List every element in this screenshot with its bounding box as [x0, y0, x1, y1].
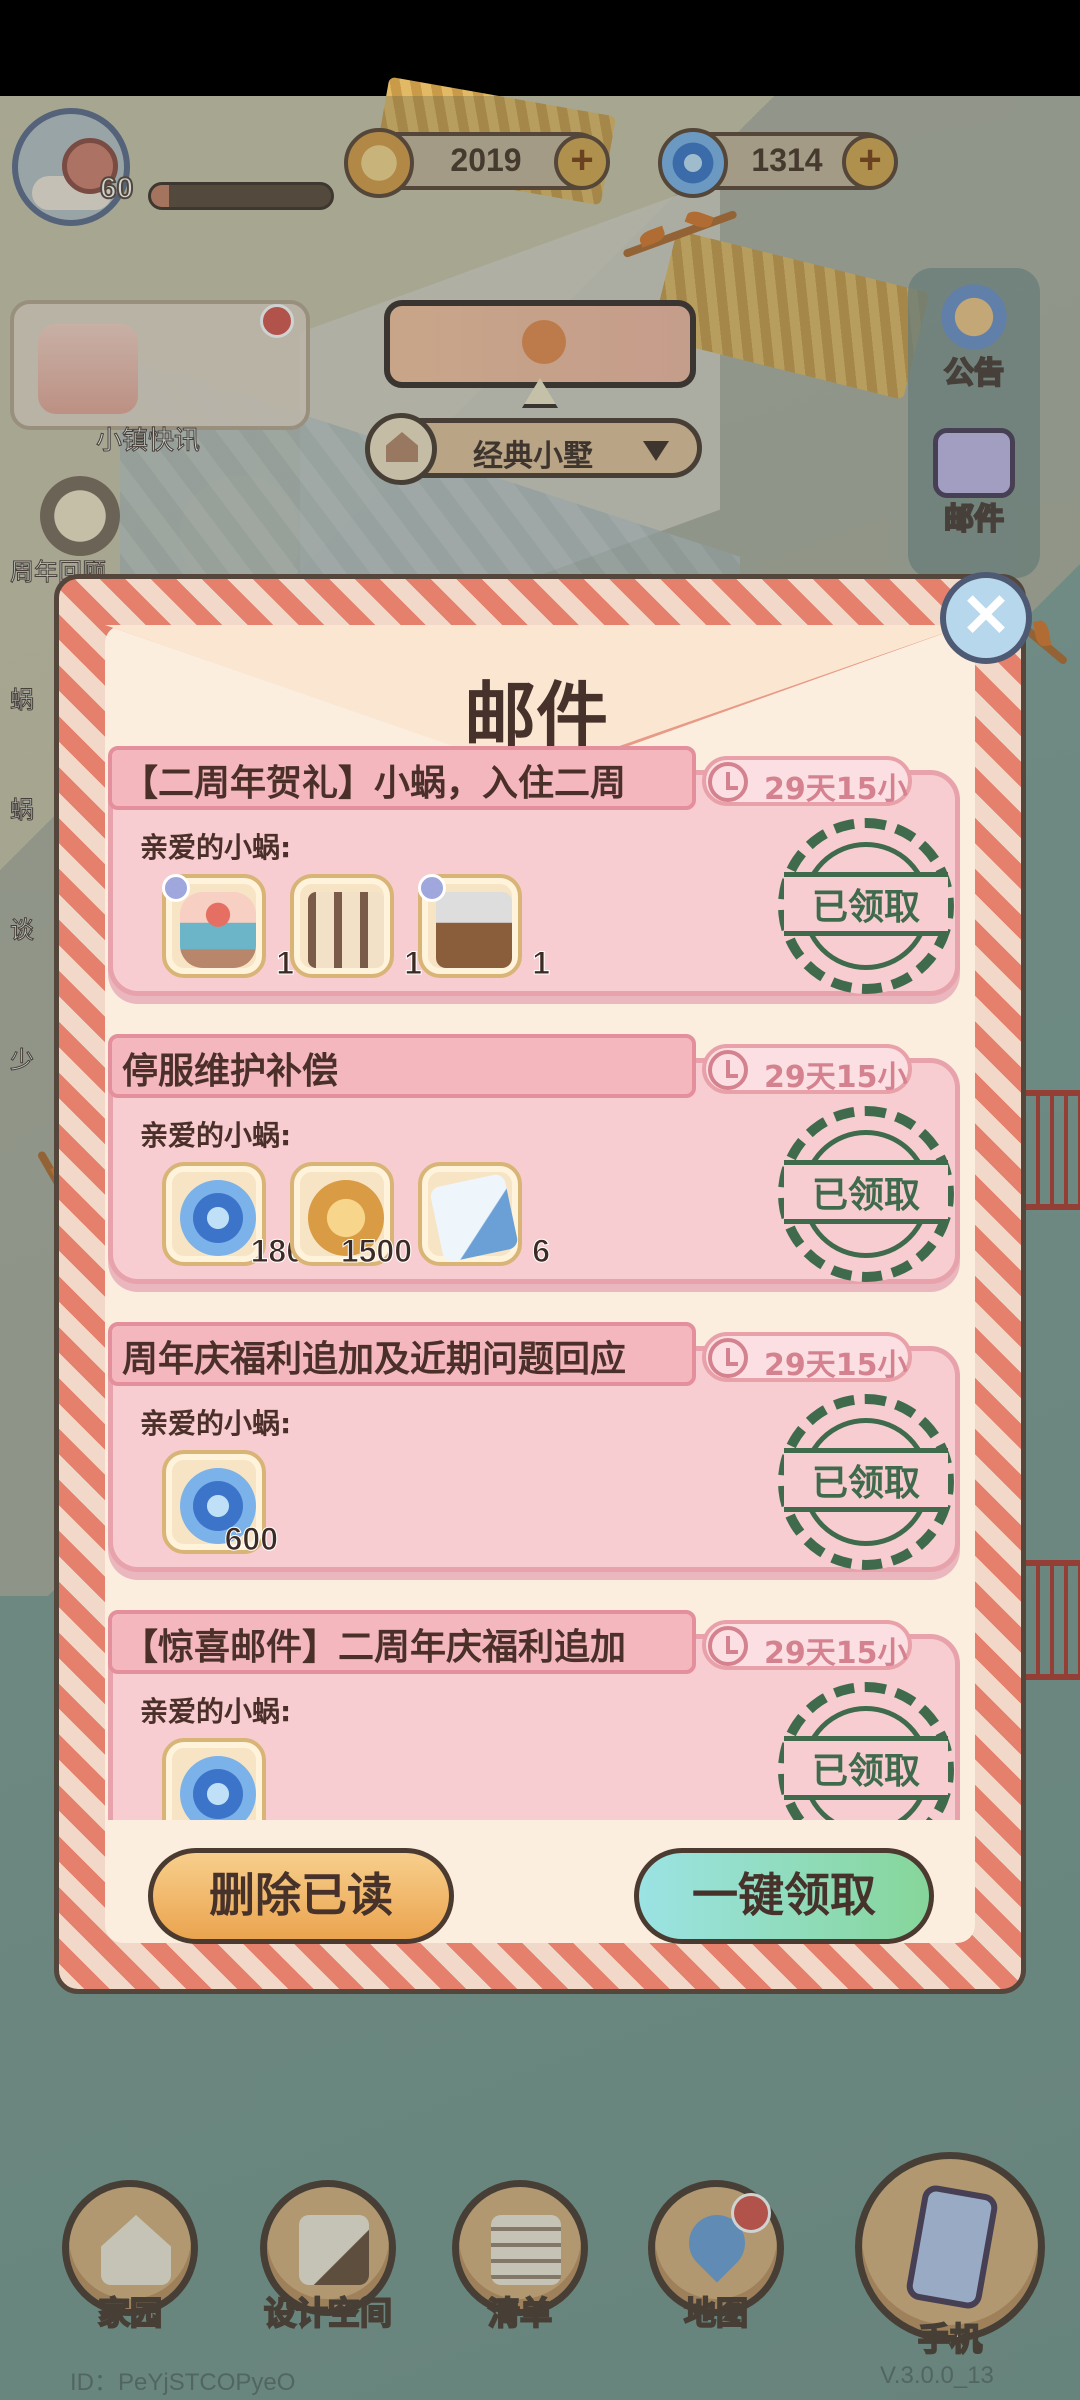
status-bar — [0, 0, 1080, 96]
mail-expiry-text: 29天15小 — [764, 772, 908, 807]
close-button[interactable]: ✕ — [940, 572, 1032, 664]
clock-icon — [708, 762, 748, 802]
photo-frames-icon — [308, 892, 384, 968]
mail-title-tab: 【惊喜邮件】二周年庆福利追加 — [108, 1610, 696, 1674]
mail-title: 周年庆福利追加及近期问题回应 — [122, 1339, 627, 1380]
mail-expiry-text: 29天15小 — [764, 1636, 908, 1671]
furniture-tag-icon — [162, 874, 190, 902]
claimed-stamp-text: 已领取 — [811, 1175, 920, 1216]
reward-count: 6 — [532, 1233, 551, 1270]
mail-list[interactable]: 【二周年贺礼】小蜗，入住二周 29天15小 亲爱的小蜗: 1 1 1 已领取 停… — [58, 746, 968, 1820]
mail-title-tab: 【二周年贺礼】小蜗，入住二周 — [108, 746, 696, 810]
reward-item[interactable]: 6 — [418, 1162, 550, 1272]
mail-item[interactable]: 【惊喜邮件】二周年庆福利追加 29天15小 亲爱的小蜗: 已领取 — [108, 1610, 968, 1820]
claimed-stamp: 已领取 — [778, 1394, 954, 1570]
claimed-stamp-text: 已领取 — [811, 1463, 920, 1504]
gem-icon — [180, 1756, 256, 1820]
mail-expiry-timer: 29天15小 — [702, 1620, 912, 1671]
reward-item[interactable]: 180 — [162, 1162, 305, 1272]
mail-expiry-text: 29天15小 — [764, 1060, 908, 1095]
reward-item[interactable]: 1 — [418, 874, 550, 984]
mail-title-tab: 停服维护补偿 — [108, 1034, 696, 1098]
reward-item[interactable]: 1500 — [290, 1162, 413, 1272]
claimed-stamp-text: 已领取 — [811, 887, 920, 928]
reward-item[interactable]: 1 — [290, 874, 422, 984]
mail-greeting: 亲爱的小蜗: — [140, 831, 292, 864]
mail-greeting: 亲爱的小蜗: — [140, 1695, 292, 1728]
mail-expiry-text: 29天15小 — [764, 1348, 908, 1383]
mail-title: 【二周年贺礼】小蜗，入住二周 — [122, 763, 627, 804]
mail-greeting: 亲爱的小蜗: — [140, 1407, 292, 1440]
mail-expiry-timer: 29天15小 — [702, 1332, 912, 1383]
mail-item[interactable]: 【二周年贺礼】小蜗，入住二周 29天15小 亲爱的小蜗: 1 1 1 已领取 — [108, 746, 968, 1000]
mail-expiry-timer: 29天15小 — [702, 756, 912, 807]
ticket-icon — [428, 1172, 520, 1264]
reward-item[interactable]: 600 — [162, 1450, 279, 1560]
mail-title-tab: 周年庆福利追加及近期问题回应 — [108, 1322, 696, 1386]
mail-item[interactable]: 停服维护补偿 29天15小 亲爱的小蜗: 180 1500 6 已领取 — [108, 1034, 968, 1288]
cake-icon — [180, 892, 256, 968]
claimed-stamp-text: 已领取 — [811, 1751, 920, 1792]
clock-icon — [708, 1626, 748, 1666]
delete-read-button[interactable]: 删除已读 — [148, 1848, 454, 1944]
mail-title: 【惊喜邮件】二周年庆福利追加 — [122, 1627, 627, 1668]
mail-expiry-timer: 29天15小 — [702, 1044, 912, 1095]
mail-title: 停服维护补偿 — [122, 1051, 339, 1092]
furniture-tag-icon — [418, 874, 446, 902]
reward-count: 600 — [224, 1521, 278, 1558]
mail-greeting: 亲爱的小蜗: — [140, 1119, 292, 1152]
clock-icon — [708, 1338, 748, 1378]
mail-item[interactable]: 周年庆福利追加及近期问题回应 29天15小 亲爱的小蜗: 600 已领取 — [108, 1322, 968, 1576]
gift-box-icon — [436, 892, 512, 968]
claimed-stamp: 已领取 — [778, 818, 954, 994]
gem-icon — [180, 1180, 256, 1256]
reward-count: 1500 — [340, 1233, 412, 1270]
claim-all-button[interactable]: 一键领取 — [634, 1848, 934, 1944]
claimed-stamp: 已领取 — [778, 1106, 954, 1282]
reward-count: 1 — [532, 945, 551, 982]
reward-item[interactable] — [162, 1738, 272, 1820]
reward-item[interactable]: 1 — [162, 874, 294, 984]
clock-icon — [708, 1050, 748, 1090]
